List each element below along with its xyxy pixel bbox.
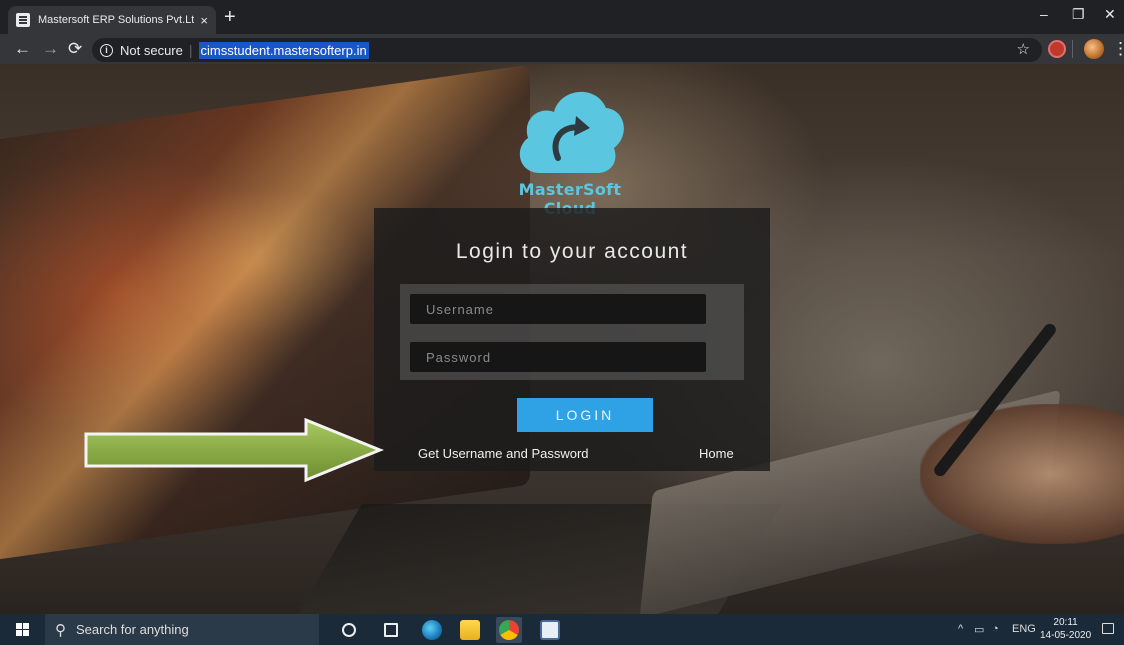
get-credentials-link[interactable]: Get Username and Password: [418, 446, 589, 461]
back-arrow-icon[interactable]: ←: [14, 38, 31, 60]
profile-avatar[interactable]: [1084, 39, 1104, 59]
new-tab-button[interactable]: +: [224, 6, 236, 28]
cortana-icon[interactable]: [342, 623, 356, 637]
password-input[interactable]: [410, 342, 706, 372]
info-icon[interactable]: i: [100, 43, 113, 57]
tab-close-icon[interactable]: ×: [200, 13, 208, 28]
writer-app-icon[interactable]: [540, 620, 560, 640]
edge-browser-icon[interactable]: [422, 620, 442, 640]
extension-block-icon[interactable]: [1048, 40, 1066, 58]
search-icon: ⚲: [55, 621, 66, 639]
home-link[interactable]: Home: [699, 446, 734, 461]
browser-menu-icon[interactable]: ⋮: [1112, 38, 1124, 60]
forward-arrow-icon[interactable]: →: [42, 38, 59, 60]
tab-title: Mastersoft ERP Solutions Pvt.Ltd: [38, 14, 195, 26]
clock-time: 20:11: [1053, 617, 1078, 628]
minimize-button[interactable]: –: [1040, 6, 1048, 22]
omnibox-divider: |: [188, 42, 193, 58]
file-explorer-icon[interactable]: [460, 620, 480, 640]
wifi-icon[interactable]: ◔: [992, 623, 999, 635]
notification-center-icon[interactable]: [1102, 623, 1114, 634]
browser-tab[interactable]: Mastersoft ERP Solutions Pvt.Ltd ×: [8, 6, 216, 34]
taskbar-search-placeholder: Search for anything: [76, 622, 189, 637]
cloud-logo-icon: [519, 91, 624, 174]
close-window-button[interactable]: ✕: [1104, 6, 1116, 23]
login-button[interactable]: LOGIN: [517, 398, 653, 432]
bookmark-star-icon[interactable]: ☆: [1017, 40, 1030, 58]
login-page: MasterSoft Cloud Login to your account L…: [0, 64, 1124, 614]
taskbar-search-box[interactable]: ⚲ Search for anything: [45, 614, 319, 645]
system-clock[interactable]: 20:11 14-05-2020: [1040, 616, 1091, 642]
tray-chevron-up-icon[interactable]: ^: [958, 623, 963, 635]
mastersoft-logo: MasterSoft Cloud: [500, 78, 640, 218]
url-text[interactable]: cimsstudent.mastersofterp.in: [198, 41, 369, 59]
address-bar[interactable]: i Not secure | cimsstudent.mastersofterp…: [92, 38, 1042, 62]
login-title: Login to your account: [455, 240, 689, 263]
language-indicator[interactable]: ENG: [1012, 623, 1036, 635]
username-input[interactable]: [410, 294, 706, 324]
chrome-icon[interactable]: [499, 620, 519, 640]
pointer-arrow-icon: [84, 418, 384, 483]
document-favicon-icon: [16, 13, 30, 27]
windows-start-icon[interactable]: [16, 623, 29, 636]
clock-date: 14-05-2020: [1040, 630, 1092, 641]
toolbar-divider: [1072, 40, 1073, 58]
reload-icon[interactable]: ⟳: [68, 38, 82, 60]
windows-taskbar: ⚲ Search for anything ^ ▭ ◔ ENG 20:11 14…: [0, 614, 1124, 645]
restore-button[interactable]: ❐: [1072, 6, 1085, 23]
task-view-icon[interactable]: [384, 623, 398, 637]
login-panel: Login to your account LOGIN Get Username…: [374, 208, 770, 471]
background-hand-image: [920, 404, 1124, 544]
browser-tab-strip: Mastersoft ERP Solutions Pvt.Ltd × + – ❐…: [0, 0, 1124, 34]
battery-icon[interactable]: ▭: [974, 623, 984, 636]
browser-toolbar: ← → ⟳ i Not secure | cimsstudent.masters…: [0, 34, 1124, 64]
security-label: Not secure: [120, 42, 183, 58]
